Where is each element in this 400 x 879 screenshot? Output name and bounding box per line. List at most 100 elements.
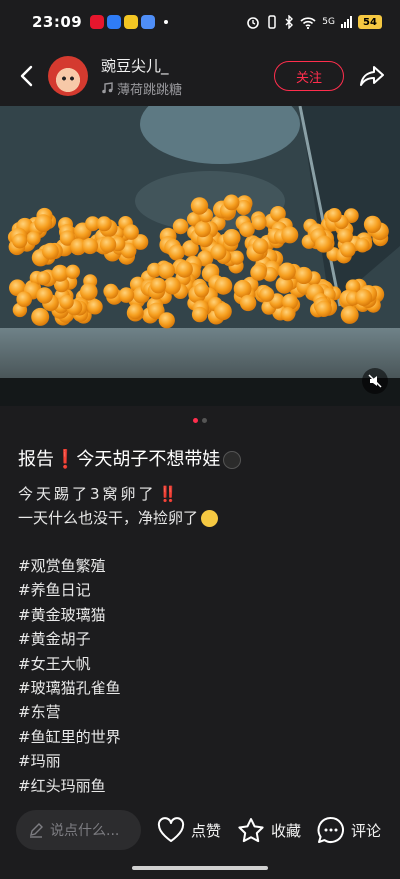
fish-egg	[81, 237, 99, 255]
weibo-icon	[90, 15, 105, 29]
status-time: 23:09	[32, 13, 83, 31]
post-title-text: 报告❗今天胡子不想带娃	[18, 449, 221, 470]
tag-list: #观赏鱼繁殖 #养鱼日记 #黄金玻璃猫 #黄金胡子 #女王大帆 #玻璃猫孔雀鱼 …	[18, 554, 388, 798]
music-name: 薄荷跳跳糖	[117, 82, 183, 98]
app-notification-icon	[107, 15, 122, 29]
body-line-1: 今天踢了3窝卵了 ‼️	[18, 482, 388, 506]
fish-egg	[172, 218, 189, 235]
fish-egg	[103, 283, 119, 299]
double-exclamation: ‼️	[158, 485, 178, 503]
music-row[interactable]: 薄荷跳跳糖	[101, 79, 182, 98]
body-line-2: 一天什么也没干，净捡卵了	[18, 506, 388, 530]
fish-egg	[12, 233, 28, 249]
comment-placeholder: 说点什么...	[50, 823, 120, 839]
hashtag[interactable]: #养鱼日记	[18, 578, 388, 602]
username[interactable]: 豌豆尖儿_	[101, 55, 182, 76]
fish-egg	[16, 291, 32, 307]
fish-egg	[36, 271, 51, 286]
hashtag[interactable]: #东营	[18, 700, 388, 724]
fish-egg	[280, 307, 295, 322]
post-title: 报告❗今天胡子不想带娃	[18, 446, 388, 474]
collect-button[interactable]: 收藏	[237, 817, 301, 843]
signal-icon	[341, 16, 352, 28]
tired-face-icon	[201, 509, 219, 527]
follow-button[interactable]: 关注	[274, 61, 344, 91]
fish-egg	[127, 303, 143, 320]
fish-egg	[315, 235, 333, 253]
vibrate-icon	[268, 15, 277, 29]
hashtag[interactable]: #红头玛丽鱼	[18, 774, 388, 798]
fish-egg	[223, 194, 240, 211]
fish-egg	[278, 262, 296, 281]
fish-egg	[337, 228, 353, 244]
fish-egg	[315, 300, 332, 317]
fish-egg	[295, 266, 313, 285]
fish-egg	[80, 282, 98, 301]
hashtag[interactable]: #鱼缸里的世界	[18, 725, 388, 749]
fish-egg	[42, 242, 59, 260]
fish-egg	[355, 238, 370, 253]
fish-egg	[36, 287, 53, 304]
body-line-1-text: 今天踢了3窝卵了	[18, 485, 157, 503]
fish-egg	[229, 250, 244, 265]
fish-egg	[210, 244, 227, 261]
fish-egg	[214, 302, 232, 321]
fish-egg	[59, 294, 74, 310]
like-button[interactable]: 点赞	[157, 817, 221, 843]
heart-icon	[157, 817, 185, 842]
comment-label: 评论	[351, 821, 382, 840]
fish-egg	[259, 286, 275, 302]
post-image[interactable]	[0, 106, 400, 406]
battery-icon: 54	[358, 15, 382, 29]
carousel-dot	[202, 418, 207, 423]
collect-label: 收藏	[271, 821, 302, 840]
fish-egg	[87, 299, 103, 315]
fish-egg	[252, 238, 269, 255]
carousel-indicator	[0, 418, 400, 423]
mute-icon[interactable]	[362, 368, 388, 394]
fish-egg	[150, 277, 167, 294]
fish-egg	[118, 287, 135, 303]
pencil-icon	[30, 823, 43, 838]
hashtag[interactable]: #黄金玻璃猫	[18, 603, 388, 627]
fish-egg	[363, 215, 382, 234]
fish-egg	[99, 236, 117, 253]
status-bar: 23:09 5G 54	[0, 0, 400, 44]
fish-egg	[176, 260, 193, 278]
star-icon	[238, 818, 264, 843]
hashtag[interactable]: #玛丽	[18, 749, 388, 773]
home-indicator	[132, 866, 268, 870]
fish-egg	[34, 214, 53, 232]
comment-input[interactable]: 说点什么...	[16, 810, 141, 850]
alarm-icon	[247, 17, 260, 29]
fish-eggs-photo	[0, 106, 400, 406]
fish-egg	[214, 276, 233, 295]
music-note-icon	[102, 82, 113, 94]
app-notification-icon	[141, 15, 156, 29]
fish-egg	[327, 208, 342, 223]
share-icon[interactable]	[358, 62, 386, 90]
fish-egg	[281, 226, 299, 244]
hashtag[interactable]: #玻璃猫孔雀鱼	[18, 676, 388, 700]
hashtag[interactable]: #观赏鱼繁殖	[18, 554, 388, 578]
sad-face-icon	[223, 451, 242, 469]
post-header: 豌豆尖儿_ 薄荷跳跳糖 关注	[0, 48, 400, 104]
fish-egg	[123, 224, 139, 240]
notification-icons	[90, 15, 169, 29]
comment-button[interactable]: 评论	[317, 816, 381, 844]
fish-egg	[223, 229, 241, 247]
network-type: 5G	[322, 17, 335, 27]
avatar[interactable]	[48, 56, 88, 96]
bluetooth-icon	[285, 15, 294, 29]
fish-egg	[26, 231, 41, 246]
more-notifications-dot	[164, 20, 169, 24]
fish-egg	[194, 220, 211, 238]
hashtag[interactable]: #女王大帆	[18, 652, 388, 676]
hashtag[interactable]: #黄金胡子	[18, 627, 388, 651]
body-line-2-text: 一天什么也没干，净捡卵了	[18, 509, 199, 527]
fish-egg	[190, 197, 209, 215]
back-icon[interactable]	[14, 64, 38, 88]
fish-egg	[239, 294, 257, 312]
fish-egg	[340, 241, 356, 258]
wifi-icon	[300, 16, 316, 29]
